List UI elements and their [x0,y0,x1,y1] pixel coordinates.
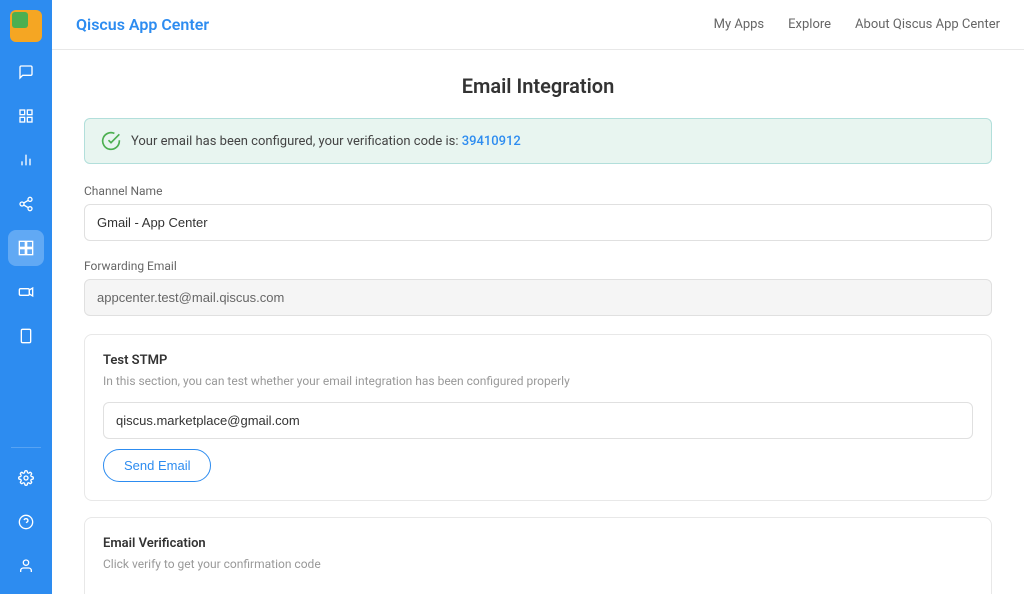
divider [11,447,41,448]
chat-icon[interactable] [8,54,44,90]
top-nav: Qiscus App Center My Apps Explore About … [52,0,1024,50]
page-title: Email Integration [84,74,992,98]
verification-code: 39410912 [462,134,521,149]
profile-icon[interactable] [8,548,44,584]
test-stmp-email-input[interactable] [103,402,973,439]
avatar [10,10,42,42]
check-circle-icon [101,131,121,151]
help-icon[interactable] [8,504,44,540]
email-verification-section: Email Verification Click verify to get y… [84,517,992,594]
forwarding-email-label: Forwarding Email [84,259,992,273]
channel-name-label: Channel Name [84,184,992,198]
test-stmp-title: Test STMP [103,353,973,368]
explore-link[interactable]: Explore [788,17,831,32]
main-area: Qiscus App Center My Apps Explore About … [52,0,1024,594]
success-banner: Your email has been configured, your ver… [84,118,992,164]
channel-name-input[interactable] [84,204,992,241]
main-content: Email Integration Your email has been co… [52,50,1024,594]
sidebar [0,0,52,594]
my-apps-link[interactable]: My Apps [714,17,765,32]
test-stmp-section: Test STMP In this section, you can test … [84,334,992,501]
email-verification-desc: Click verify to get your confirmation co… [103,557,973,571]
settings-icon[interactable] [8,460,44,496]
mobile-icon[interactable] [8,318,44,354]
success-text: Your email has been configured, your ver… [131,134,521,149]
bar-chart-icon[interactable] [8,142,44,178]
list-icon[interactable] [8,98,44,134]
channel-name-group: Channel Name [84,184,992,241]
brand-title: Qiscus App Center [76,15,209,34]
forwarding-email-input [84,279,992,316]
test-stmp-desc: In this section, you can test whether yo… [103,374,973,388]
forwarding-email-group: Forwarding Email [84,259,992,316]
share-icon[interactable] [8,186,44,222]
video-icon[interactable] [8,274,44,310]
email-verification-title: Email Verification [103,536,973,551]
nav-links: My Apps Explore About Qiscus App Center [714,17,1000,32]
apps-icon[interactable] [8,230,44,266]
send-email-button[interactable]: Send Email [103,449,211,482]
about-link[interactable]: About Qiscus App Center [855,17,1000,32]
